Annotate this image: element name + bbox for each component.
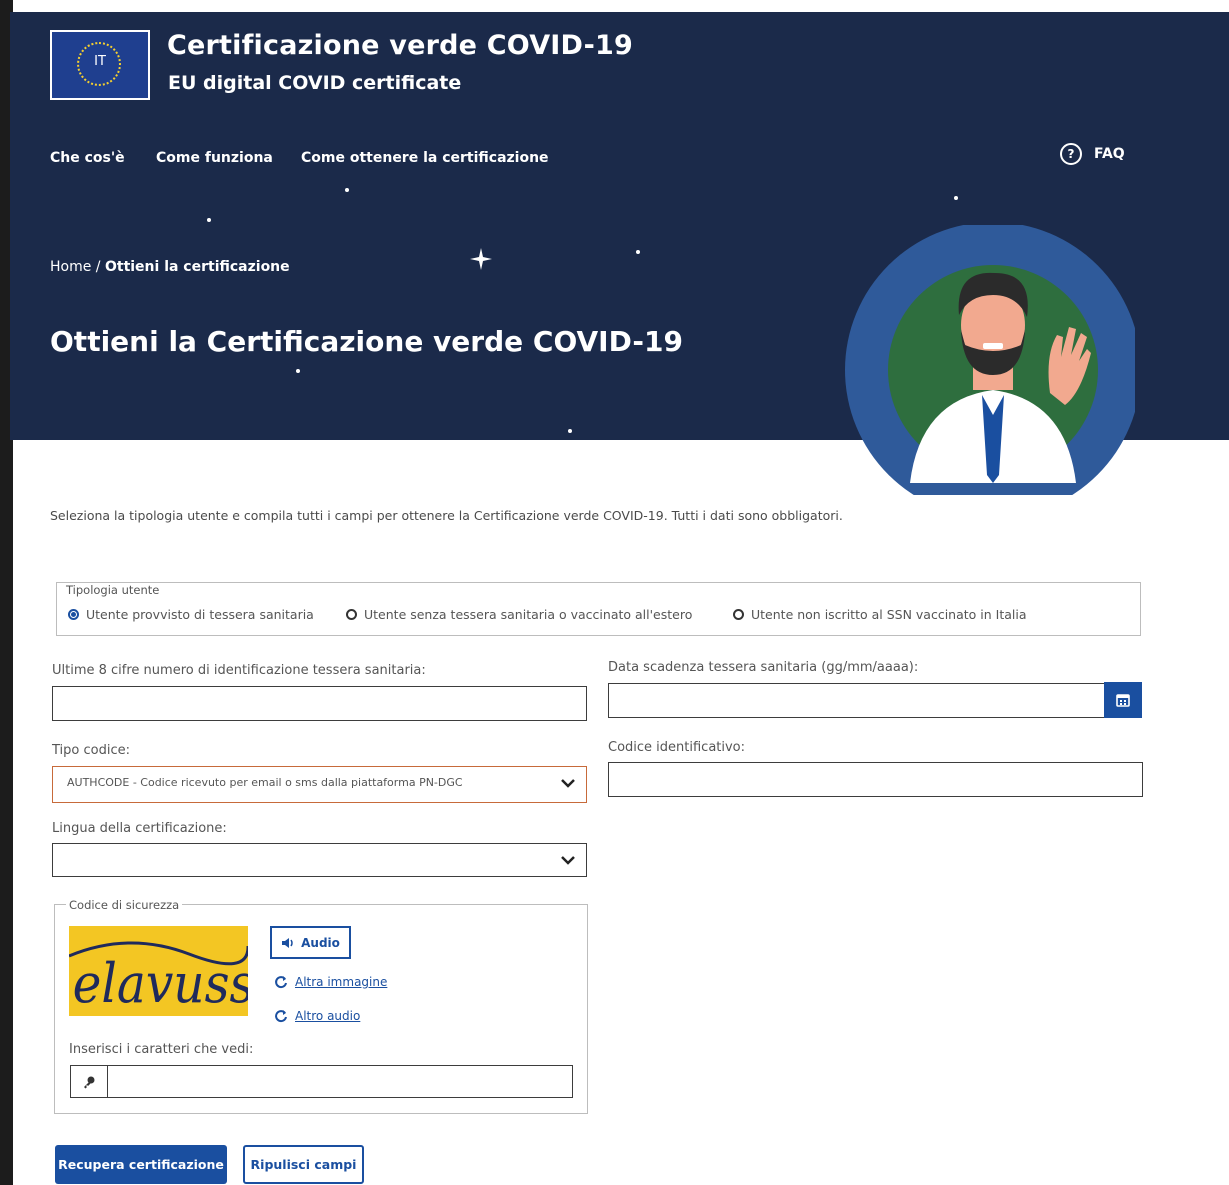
audio-button[interactable]: Audio [270, 926, 351, 959]
faq-link[interactable]: ? FAQ [1060, 143, 1125, 165]
star-decoration [296, 369, 300, 373]
key-addon [70, 1065, 108, 1098]
captcha-input-label: Inserisci i caratteri che vedi: [69, 1042, 254, 1057]
logo-country-label: IT [94, 54, 106, 69]
speaker-icon [282, 937, 293, 948]
radio-label: Utente non iscritto al SSN vaccinato in … [751, 607, 1027, 622]
card-digits-field[interactable] [52, 686, 587, 721]
sparkle-icon [470, 248, 492, 270]
avatar-illustration [835, 222, 1141, 518]
top-margin [0, 0, 1229, 12]
chevron-down-icon [561, 856, 575, 865]
nav-item-how-to-obtain[interactable]: Come ottenere la certificazione [301, 150, 549, 166]
page-title: Ottieni la Certificazione verde COVID-19 [50, 325, 683, 358]
calendar-icon [1116, 694, 1130, 707]
code-type-label: Tipo codice: [52, 743, 130, 758]
nav-item-what-is-it[interactable]: Che cos'è [50, 150, 125, 166]
other-image-label: Altra immagine [295, 975, 388, 989]
retrieve-certificate-button[interactable]: Recupera certificazione [55, 1145, 227, 1184]
id-code-label: Codice identificativo: [608, 740, 746, 755]
captcha-image: elavusse [69, 926, 248, 1016]
id-code-input[interactable] [609, 763, 1142, 796]
form-intro: Seleziona la tipologia utente e compila … [50, 508, 843, 523]
user-type-legend: Tipologia utente [63, 583, 163, 597]
radio-label: Utente senza tessera sanitaria o vaccina… [364, 607, 693, 622]
site-title[interactable]: Certificazione verde COVID-19 [167, 30, 633, 61]
radio-with-health-card[interactable]: Utente provvisto di tessera sanitaria [68, 607, 314, 622]
breadcrumb-current: Ottieni la certificazione [104, 259, 290, 275]
language-select[interactable] [52, 843, 587, 877]
captcha-field[interactable] [107, 1065, 573, 1098]
radio-without-health-card[interactable]: Utente senza tessera sanitaria o vaccina… [346, 607, 692, 622]
calendar-button[interactable] [1104, 682, 1142, 718]
captcha-text: elavusse [73, 953, 248, 1016]
help-circle-icon: ? [1060, 143, 1082, 165]
site-subtitle: EU digital COVID certificate [168, 72, 462, 94]
star-decoration [207, 218, 211, 222]
eu-flag-logo[interactable]: IT [50, 30, 150, 100]
star-decoration [568, 429, 572, 433]
id-code-field[interactable] [608, 762, 1143, 797]
other-image-link[interactable]: Altra immagine [274, 975, 387, 989]
breadcrumb-home[interactable]: Home [50, 259, 91, 275]
star-decoration [954, 196, 958, 200]
other-audio-label: Altro audio [295, 1009, 361, 1023]
audio-label: Audio [301, 935, 340, 950]
breadcrumb: Home / Ottieni la certificazione [50, 259, 290, 275]
expiry-date-label: Data scadenza tessera sanitaria (gg/mm/a… [608, 660, 919, 675]
key-icon [84, 1076, 95, 1088]
star-decoration [345, 188, 349, 192]
refresh-icon [275, 1010, 287, 1023]
refresh-icon [275, 976, 287, 989]
card-digits-input[interactable] [53, 687, 586, 720]
code-type-selected-value: AUTHCODE - Codice ricevuto per email o s… [67, 776, 463, 789]
other-audio-link[interactable]: Altro audio [274, 1009, 360, 1023]
chevron-down-icon [561, 779, 575, 788]
radio-not-enrolled-ssn[interactable]: Utente non iscritto al SSN vaccinato in … [733, 607, 1027, 622]
breadcrumb-separator: / [95, 259, 101, 275]
radio-label: Utente provvisto di tessera sanitaria [86, 607, 314, 622]
radio-selected-indicator[interactable] [68, 609, 79, 620]
language-label: Lingua della certificazione: [52, 821, 227, 836]
expiry-date-field[interactable] [608, 683, 1106, 718]
faq-label: FAQ [1094, 146, 1125, 162]
star-decoration [636, 250, 640, 254]
radio-indicator[interactable] [346, 609, 357, 620]
nav-item-how-it-works[interactable]: Come funziona [156, 150, 273, 166]
expiry-date-input[interactable] [609, 684, 1105, 717]
card-digits-label: Ultime 8 cifre numero di identificazione… [52, 663, 426, 678]
radio-indicator[interactable] [733, 609, 744, 620]
clear-fields-button[interactable]: Ripulisci campi [243, 1145, 364, 1184]
security-code-legend: Codice di sicurezza [66, 898, 183, 912]
captcha-input[interactable] [108, 1066, 572, 1097]
code-type-select[interactable]: AUTHCODE - Codice ricevuto per email o s… [52, 766, 587, 803]
